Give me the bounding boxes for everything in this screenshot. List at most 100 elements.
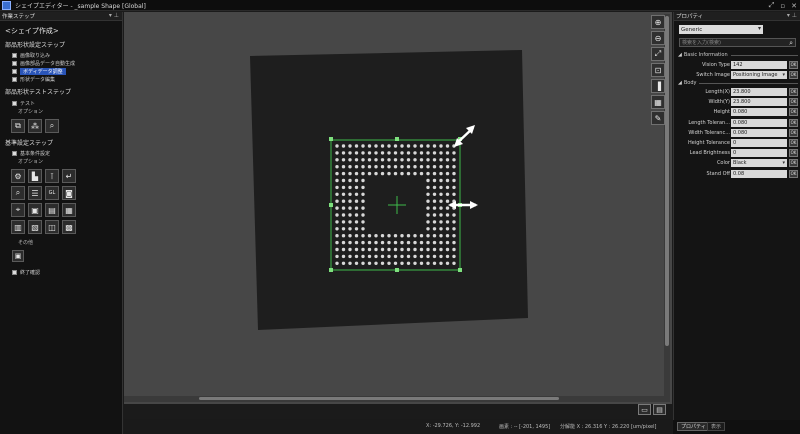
handle-top-middle[interactable] bbox=[395, 137, 399, 141]
property-value-field[interactable]: 0 bbox=[731, 139, 787, 147]
ok-button[interactable]: OK bbox=[789, 71, 798, 80]
maximize-icon[interactable]: ▫ bbox=[780, 2, 785, 10]
pin-icon[interactable]: ▾ ⊥ bbox=[787, 12, 797, 19]
view-settings-icon[interactable]: ▦ bbox=[651, 95, 665, 109]
property-value-field[interactable]: 142 bbox=[731, 61, 787, 69]
step-basic-condition[interactable]: 基本条件設定 bbox=[0, 149, 122, 157]
chip-tool-icon[interactable]: ◙ bbox=[62, 186, 76, 200]
settings-icon[interactable]: ⚙ bbox=[11, 169, 25, 183]
ball-dot bbox=[445, 165, 450, 169]
fit-icon[interactable]: ⤢ bbox=[651, 47, 665, 61]
image-canvas[interactable] bbox=[124, 12, 672, 404]
zoom-box-icon[interactable]: ⊡ bbox=[651, 63, 665, 77]
scroll-thumb[interactable] bbox=[199, 397, 559, 400]
step-shape-edit[interactable]: 形状データ編集 bbox=[0, 75, 122, 83]
ok-button[interactable]: OK bbox=[789, 118, 798, 127]
zoom-out-icon[interactable]: ⊖ bbox=[651, 31, 665, 45]
property-value-field[interactable]: 0.08 bbox=[731, 169, 787, 178]
ok-button[interactable]: OK bbox=[789, 61, 798, 69]
package-tool-icon[interactable]: ◫ bbox=[45, 220, 59, 234]
magnify-tool-icon[interactable]: ⌖ bbox=[11, 203, 25, 217]
other-tool-icon[interactable]: ▣ bbox=[12, 250, 24, 262]
step-test[interactable]: テスト bbox=[0, 99, 122, 107]
ok-button[interactable]: OK bbox=[789, 108, 798, 117]
save-icon[interactable]: ▤ bbox=[653, 404, 666, 415]
property-label: Color bbox=[716, 160, 730, 167]
ball-dot bbox=[354, 165, 359, 169]
ok-button[interactable]: OK bbox=[789, 169, 798, 178]
tab-display[interactable]: 表示 bbox=[707, 422, 726, 431]
save-image-icon[interactable]: ▭ bbox=[638, 404, 651, 415]
property-dropdown[interactable]: Positioning Image ▾ bbox=[731, 71, 787, 80]
close-icon[interactable]: ✕ bbox=[791, 2, 797, 10]
step-checkbox[interactable] bbox=[12, 100, 17, 106]
list-tool-icon[interactable]: ▤ bbox=[45, 203, 59, 217]
step-checkbox[interactable] bbox=[12, 68, 17, 74]
table-tool-icon[interactable]: ▧ bbox=[28, 220, 42, 234]
grid-detect-icon[interactable]: ⁂ bbox=[28, 119, 42, 133]
handle-top-left[interactable] bbox=[329, 137, 333, 141]
property-value-field[interactable]: 23.800 bbox=[731, 88, 787, 96]
ball-dot bbox=[432, 158, 437, 162]
bar-tool-icon[interactable]: ☰ bbox=[28, 186, 42, 200]
zoom-in-icon[interactable]: ⊕ bbox=[651, 15, 665, 29]
zoom-select-icon[interactable]: ⌕ bbox=[45, 119, 59, 133]
component-tool-icon[interactable]: ▥ bbox=[11, 220, 25, 234]
ok-button[interactable]: OK bbox=[789, 88, 798, 96]
ball-dot bbox=[413, 254, 417, 259]
arrow-tool-icon[interactable]: ↵ bbox=[62, 169, 76, 183]
step-end-confirm[interactable]: 終了確認 bbox=[0, 268, 122, 276]
group-body[interactable]: ◢ Body bbox=[678, 80, 798, 86]
property-value-field[interactable]: 0.080 bbox=[731, 118, 787, 127]
ok-button[interactable]: OK bbox=[789, 149, 798, 158]
ball-dot bbox=[348, 151, 352, 155]
step-body-adjust[interactable]: ボディデータ調整 bbox=[0, 67, 122, 75]
property-value-field[interactable]: 23.800 bbox=[731, 98, 787, 107]
step-checkbox[interactable] bbox=[12, 60, 17, 66]
step-checkbox[interactable] bbox=[12, 150, 17, 156]
step-checkbox[interactable] bbox=[12, 76, 17, 82]
ok-button[interactable]: OK bbox=[789, 128, 798, 137]
restore-icon[interactable]: ⤢ bbox=[769, 1, 775, 10]
ok-button[interactable]: OK bbox=[789, 98, 798, 107]
property-value-field[interactable]: 0.080 bbox=[731, 108, 787, 117]
window-tool-icon[interactable]: ▩ bbox=[62, 220, 76, 234]
ball-dot bbox=[393, 240, 398, 245]
property-dropdown[interactable]: Black ▾ bbox=[731, 159, 787, 168]
property-search-input[interactable]: 検索を入力(検索) ⌕ bbox=[679, 38, 796, 47]
handle-bottom-middle[interactable] bbox=[395, 268, 399, 272]
tab-properties[interactable]: プロパティ bbox=[677, 422, 710, 431]
section-reference: 基準設定ステップ bbox=[5, 140, 54, 147]
pin-icon[interactable]: ▾ ⊥ bbox=[109, 12, 119, 19]
ball-dot bbox=[348, 144, 352, 148]
edit-icon[interactable]: ✎ bbox=[651, 111, 665, 125]
lead-icon[interactable]: ▙ bbox=[28, 169, 42, 183]
canvas-horizontal-scrollbar[interactable] bbox=[124, 396, 666, 402]
camera-tool-icon[interactable]: ▣ bbox=[28, 203, 42, 217]
property-row: Length(X) 23.800 OK bbox=[674, 88, 800, 96]
ok-button[interactable]: OK bbox=[789, 159, 798, 168]
gl-tool-icon[interactable]: GL bbox=[45, 186, 59, 200]
search-tool-icon[interactable]: ⌕ bbox=[11, 186, 25, 200]
category-select[interactable]: Generic ▾ bbox=[679, 25, 763, 34]
ok-button[interactable]: OK bbox=[789, 139, 798, 147]
ball-dot bbox=[335, 261, 339, 265]
other-label: その他 bbox=[18, 240, 34, 246]
handle-bottom-right[interactable] bbox=[458, 268, 462, 272]
step-checkbox[interactable] bbox=[12, 52, 17, 58]
step-image-import[interactable]: 画像取り込み bbox=[0, 51, 122, 59]
property-value-field[interactable]: 0 bbox=[731, 149, 787, 158]
pin-tool-icon[interactable]: ⊺ bbox=[45, 169, 59, 183]
search-icon[interactable]: ⌕ bbox=[789, 39, 793, 48]
group-basic-information[interactable]: ◢ Basic Information bbox=[678, 52, 798, 58]
step-checkbox[interactable] bbox=[12, 269, 17, 275]
property-value-field[interactable]: 0.080 bbox=[731, 128, 787, 137]
ball-dot bbox=[380, 158, 385, 162]
handle-middle-left[interactable] bbox=[329, 203, 333, 207]
panel-icon[interactable]: ▐ bbox=[651, 79, 665, 93]
grid-tool-icon[interactable]: ▦ bbox=[62, 203, 76, 217]
zoom-to-image-icon[interactable]: ⧉ bbox=[11, 119, 25, 133]
scroll-thumb[interactable] bbox=[665, 16, 669, 346]
step-auto-generate[interactable]: 画像部品データ自動生成 bbox=[0, 59, 122, 67]
handle-bottom-left[interactable] bbox=[329, 268, 333, 272]
